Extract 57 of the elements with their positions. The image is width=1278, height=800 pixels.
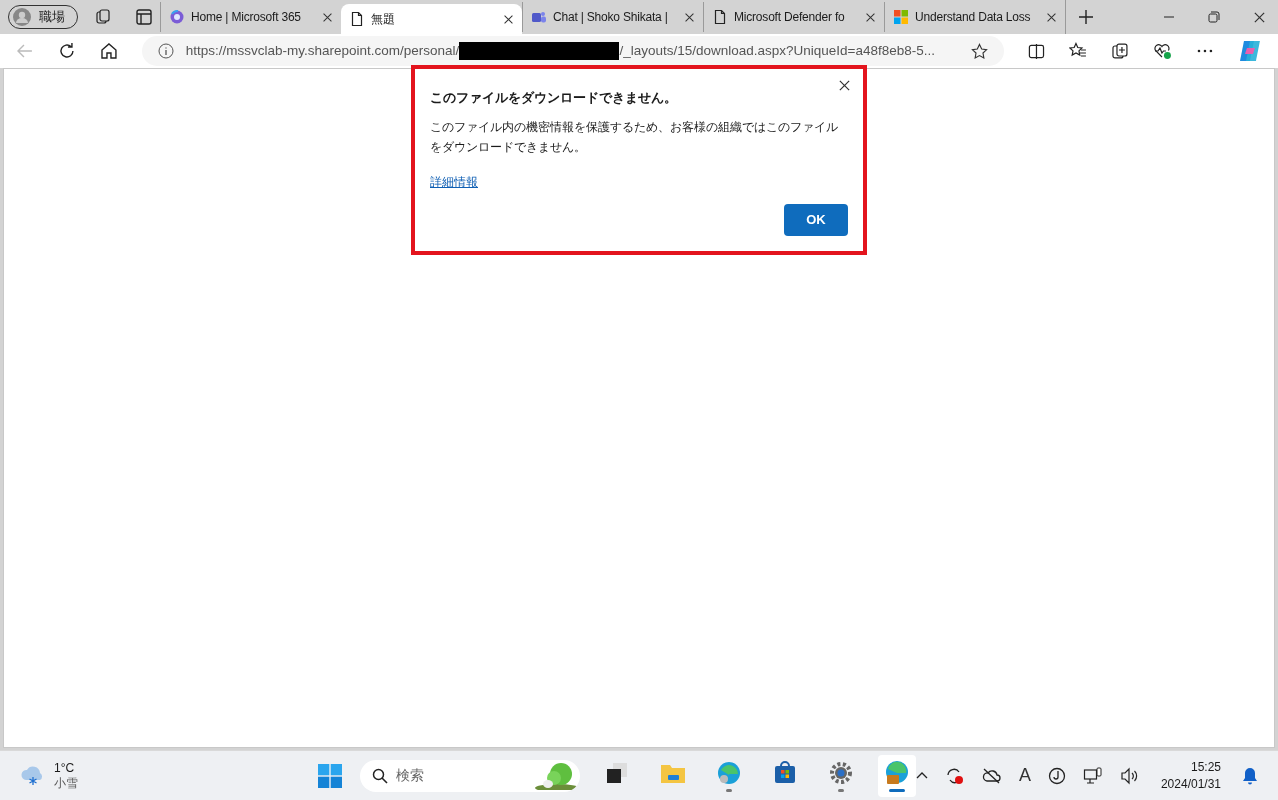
close-window-icon[interactable] bbox=[1253, 10, 1266, 24]
refresh-icon[interactable] bbox=[57, 42, 76, 60]
star-icon[interactable] bbox=[971, 42, 989, 60]
edge-briefcase-icon[interactable] bbox=[883, 759, 910, 786]
tab-title: Home | Microsoft 365 bbox=[191, 9, 302, 26]
page-icon bbox=[712, 9, 728, 25]
windows-start-icon[interactable] bbox=[317, 763, 342, 788]
browser-tab[interactable]: 無題 bbox=[341, 4, 522, 34]
dialog-title: このファイルをダウンロードできません。 bbox=[430, 89, 678, 107]
app-logo-icon bbox=[169, 9, 185, 25]
plus-icon[interactable] bbox=[1078, 9, 1094, 25]
close-tab-icon[interactable] bbox=[322, 11, 333, 23]
close-tab-icon[interactable] bbox=[865, 11, 876, 23]
home-icon[interactable] bbox=[99, 42, 118, 60]
favorites-icon[interactable] bbox=[1069, 42, 1088, 60]
url-text: /_layouts/15/download.aspx?UniqueId=a48f8eb8-5... bbox=[619, 41, 935, 60]
tab-title: Chat | Shoko Shikata | bbox=[553, 9, 669, 26]
info-icon bbox=[157, 43, 174, 59]
search-icon bbox=[371, 767, 388, 784]
weather-condition: 小雪 bbox=[54, 775, 78, 791]
browser-tab[interactable]: Understand Data Loss bbox=[884, 2, 1065, 32]
restore-icon[interactable] bbox=[1208, 11, 1220, 23]
collections-icon[interactable] bbox=[94, 8, 112, 26]
dialog-message: このファイル内の機密情報を保護するため、お客様の組織ではこのファイルをダウンロードできません。 bbox=[430, 118, 839, 156]
network-icon[interactable] bbox=[1082, 766, 1103, 785]
search-placeholder: 検索 bbox=[395, 766, 425, 785]
people-icon bbox=[531, 9, 547, 25]
close-tab-icon[interactable] bbox=[503, 13, 514, 25]
cloud-off-icon[interactable] bbox=[981, 766, 1002, 785]
learn-more-link[interactable]: 詳細情報 bbox=[430, 172, 478, 191]
page-icon bbox=[349, 11, 365, 27]
search-field[interactable]: 検索 bbox=[359, 759, 580, 792]
close-icon[interactable] bbox=[838, 79, 851, 92]
ime-indicator[interactable]: A bbox=[1018, 762, 1031, 789]
gear-icon[interactable] bbox=[827, 759, 854, 786]
tab-title: 無題 bbox=[371, 11, 396, 28]
close-tab-icon[interactable] bbox=[684, 11, 695, 23]
copilot-icon[interactable] bbox=[1238, 39, 1262, 63]
ok-button[interactable]: OK bbox=[784, 204, 848, 236]
temperature: 1°C bbox=[54, 760, 76, 776]
browser-tab[interactable]: Microsoft Defender fo bbox=[703, 2, 884, 32]
tab-title: Understand Data Loss bbox=[915, 9, 1032, 26]
speaker-icon[interactable] bbox=[1119, 766, 1140, 785]
heart-pulse-icon[interactable] bbox=[1153, 42, 1173, 60]
url-text: https://mssvclab-my.sharepoint.com/personal/ bbox=[185, 41, 460, 60]
browser-tab[interactable]: Chat | Shoko Shikata | bbox=[522, 2, 703, 32]
tab-actions-icon[interactable] bbox=[136, 9, 152, 25]
tab-title: Microsoft Defender fo bbox=[734, 9, 846, 26]
edge-icon[interactable] bbox=[715, 759, 742, 786]
bell-icon[interactable] bbox=[1242, 766, 1258, 785]
four-squares-icon bbox=[893, 9, 909, 25]
close-tab-icon[interactable] bbox=[1046, 11, 1057, 23]
clock[interactable]: 15:25 2024/01/31 bbox=[1156, 758, 1225, 793]
split-screen-icon[interactable] bbox=[1028, 42, 1046, 60]
avatar-icon bbox=[13, 8, 31, 26]
collections-add-icon[interactable] bbox=[1111, 42, 1130, 60]
address-bar[interactable]: https://mssvclab-my.sharepoint.com/personal/ /_layouts/15/download.aspx?UniqueId=a48f8eb8-5... bbox=[141, 36, 1005, 66]
